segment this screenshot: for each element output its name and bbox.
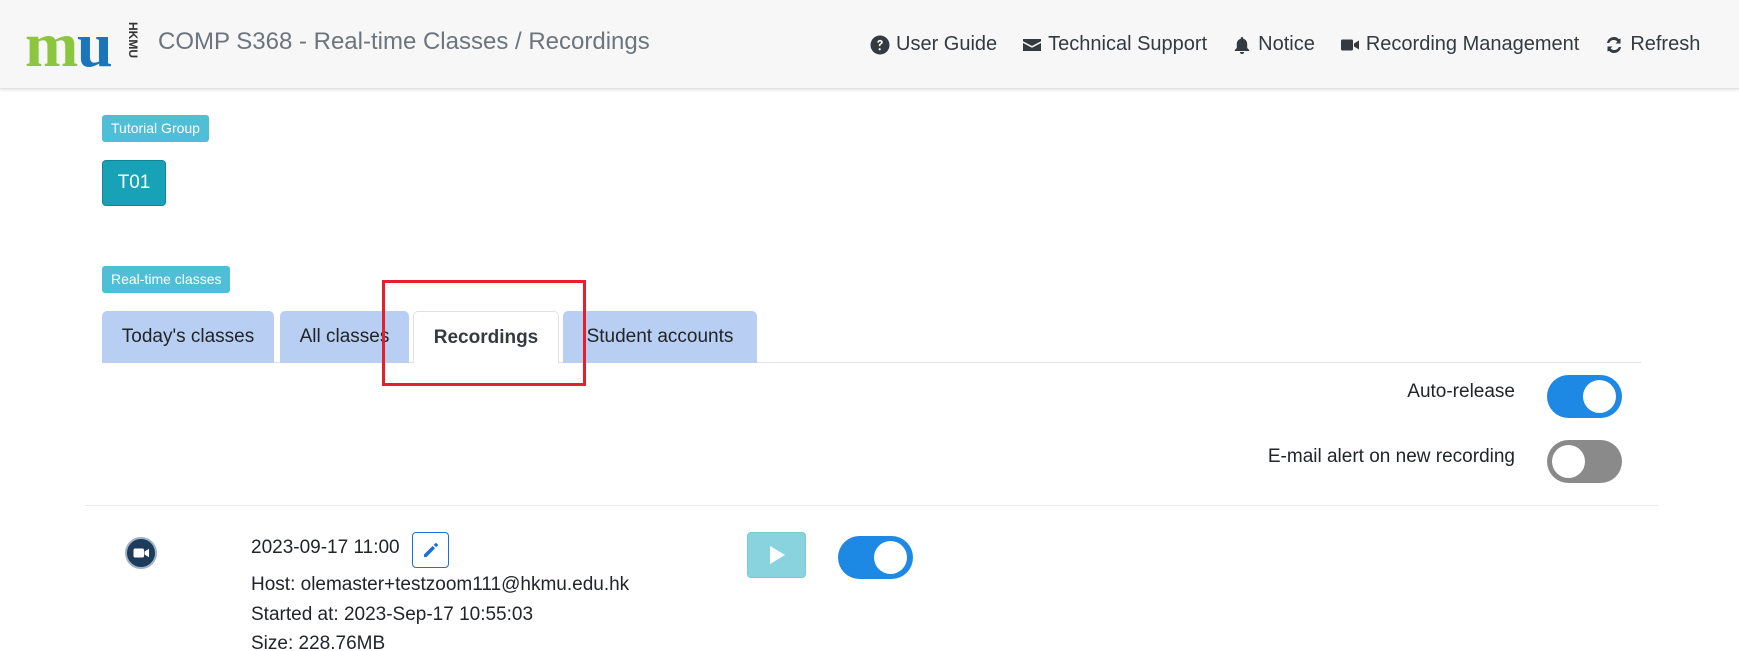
nav-label: User Guide [896,33,998,55]
tutorial-group-badge: Tutorial Group [102,115,209,142]
header-nav: User Guide Technical Support Notice Reco… [870,33,1700,56]
refresh-icon [1607,36,1622,53]
tab-todays-classes[interactable]: Today's classes [102,311,274,363]
nav-label: Refresh [1630,33,1701,55]
question-circle-icon [870,35,890,54]
bell-icon [1234,36,1250,54]
nav-label: Notice [1258,33,1315,55]
tab-student-accounts[interactable]: Student accounts [563,311,757,363]
group-t01-button[interactable]: T01 [102,160,166,206]
nav-notice[interactable]: Notice [1232,33,1315,56]
hkmu-logo[interactable]: m u HKMU [25,18,147,74]
top-header: m u HKMU COMP S368 - Real-time Classes /… [0,0,1739,89]
email-alert-label: E-mail alert on new recording [1267,446,1515,467]
play-icon [769,546,785,564]
edit-recording-button[interactable] [412,532,449,568]
tab-all-classes[interactable]: All classes [280,311,409,363]
svg-text:u: u [77,18,113,74]
auto-release-toggle[interactable] [1547,375,1622,418]
nav-label: Recording Management [1365,33,1580,55]
recording-started: Started at: 2023-Sep-17 10:55:03 [251,604,534,625]
page-title: COMP S368 - Real-time Classes / Recordin… [158,28,650,55]
envelope-icon [1023,38,1042,51]
email-alert-toggle[interactable] [1547,440,1622,483]
recording-datetime: 2023-09-17 11:00 [251,537,400,558]
toggle-knob [874,541,907,574]
real-time-classes-badge: Real-time classes [102,266,231,293]
play-recording-button[interactable] [747,532,806,578]
nav-label: Technical Support [1048,33,1208,55]
svg-text:m: m [25,18,78,74]
toggle-knob [1552,445,1585,478]
recording-size: Size: 228.76MB [251,633,386,651]
toggle-knob [1583,380,1616,413]
nav-technical-support[interactable]: Technical Support [1022,33,1207,56]
pencil-icon [423,543,438,557]
auto-release-label: Auto-release [1407,381,1515,402]
release-recording-toggle[interactable] [838,536,913,579]
nav-user-guide[interactable]: User Guide [870,33,997,56]
zoom-recording-icon [125,537,157,569]
logo-subtext: HKMU [126,22,140,58]
tab-recordings[interactable]: Recordings [413,311,559,364]
section-divider [85,505,1658,506]
nav-recording-management[interactable]: Recording Management [1340,33,1579,56]
recording-host: Host: olemaster+testzoom111@hkmu.edu.hk [251,574,630,595]
video-camera-icon [1340,39,1359,50]
nav-refresh[interactable]: Refresh [1604,33,1700,56]
